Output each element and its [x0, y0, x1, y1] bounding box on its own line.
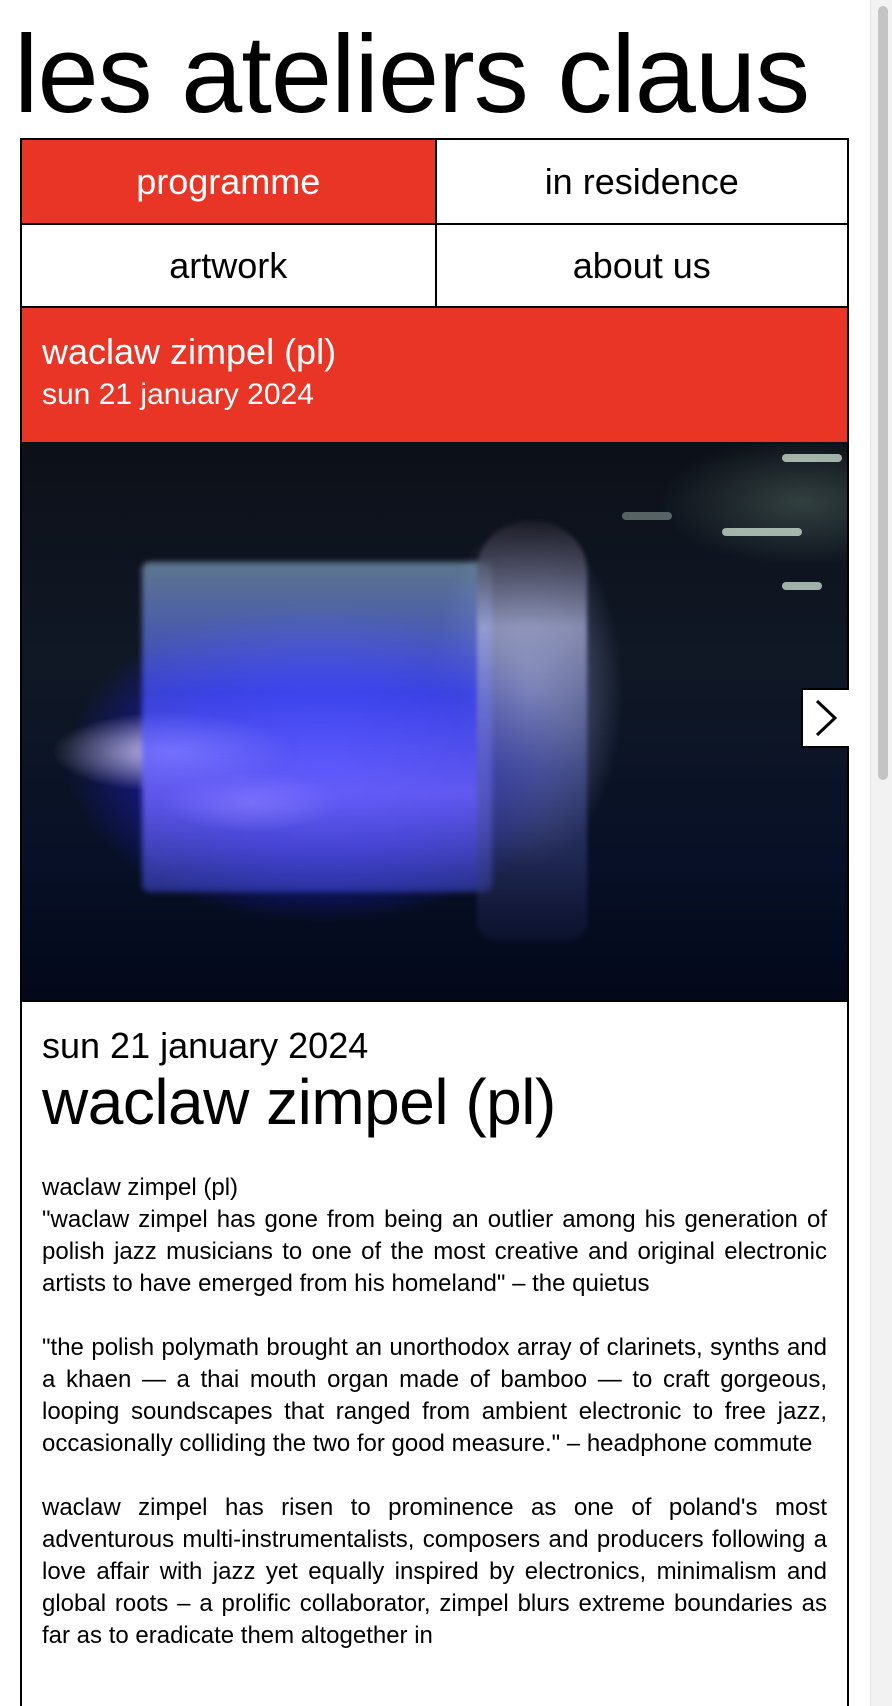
nav-item-about-us[interactable]: about us: [434, 223, 847, 306]
event-date: sun 21 january 2024: [42, 1025, 369, 1066]
event-content: sun 21 january 2024 waclaw zimpel (pl) w…: [20, 1002, 849, 1706]
nav-item-programme[interactable]: programme: [22, 140, 435, 223]
main-nav: programme in residence artwork about us: [20, 138, 849, 308]
hero-light-streak: [622, 512, 672, 520]
event-description: waclaw zimpel (pl) "waclaw zimpel has go…: [42, 1172, 827, 1652]
event-title: waclaw zimpel (pl): [42, 1066, 556, 1139]
event-banner[interactable]: waclaw zimpel (pl) sun 21 january 2024: [20, 308, 849, 442]
carousel-next-button[interactable]: [801, 688, 849, 748]
event-image: [20, 442, 849, 1002]
chevron-right-icon: [815, 699, 838, 737]
hero-light-streak: [722, 528, 802, 536]
hero-light-streak: [782, 582, 822, 590]
nav-item-in-residence[interactable]: in residence: [434, 140, 848, 223]
banner-event-name: waclaw zimpel (pl): [42, 331, 337, 372]
scrollbar-thumb[interactable]: [878, 6, 888, 780]
site-title[interactable]: les ateliers claus: [14, 20, 810, 130]
event-paragraph: waclaw zimpel has risen to prominence as…: [42, 1493, 827, 1649]
hero-light-streak: [782, 454, 842, 462]
banner-event-date: sun 21 january 2024: [42, 378, 314, 412]
event-paragraph: "the polish polymath brought an unorthod…: [42, 1333, 827, 1457]
hero-figure-shape: [477, 522, 587, 942]
event-paragraph: "waclaw zimpel has gone from being an ou…: [42, 1205, 827, 1297]
event-paragraph-heading: waclaw zimpel (pl): [42, 1173, 239, 1201]
page: les ateliers claus programme in residenc…: [0, 0, 870, 1706]
hero-pallet-shape: [142, 562, 492, 892]
nav-item-artwork[interactable]: artwork: [22, 223, 435, 306]
